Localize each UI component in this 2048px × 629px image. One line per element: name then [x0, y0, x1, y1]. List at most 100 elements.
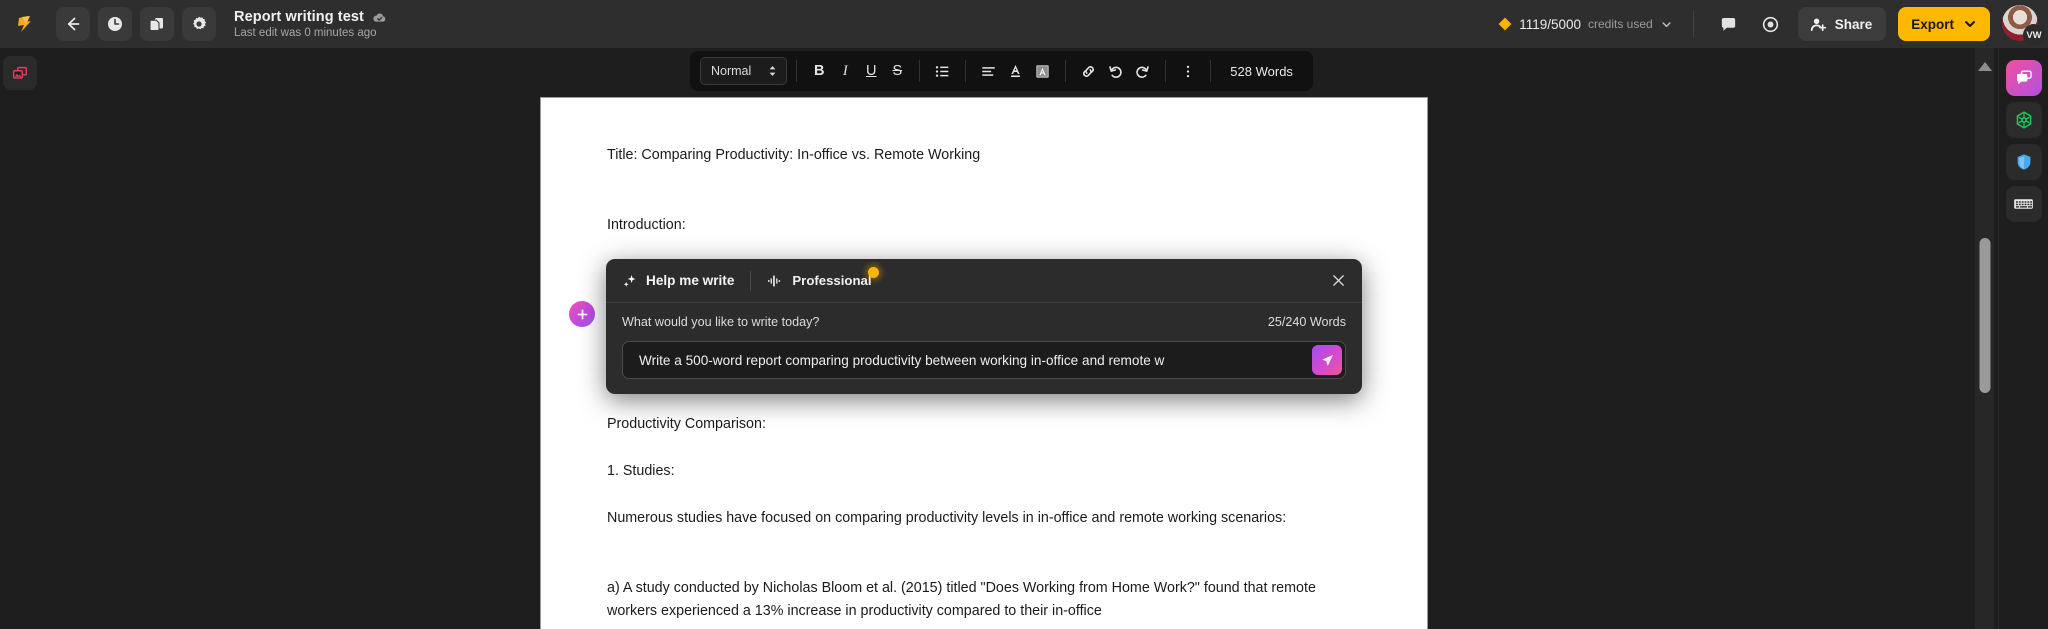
send-prompt-button[interactable] — [1312, 345, 1342, 375]
doc-paragraph-productivity-comparison[interactable]: Productivity Comparison: — [607, 413, 1369, 436]
plus-icon — [577, 309, 587, 319]
last-edit-label: Last edit was 0 minutes ago — [234, 27, 377, 39]
more-vertical-icon — [1187, 65, 1190, 77]
toolbar-separator — [1210, 60, 1212, 82]
undo-button[interactable] — [1102, 57, 1129, 85]
chevron-down-icon — [1965, 21, 1975, 27]
comment-bubble-icon — [1722, 17, 1736, 31]
chat-assistant-button[interactable] — [2005, 60, 2042, 96]
settings-button[interactable] — [182, 7, 216, 41]
close-icon — [1332, 275, 1344, 286]
chevron-down-icon — [1662, 21, 1671, 27]
word-count-label: 528 Words — [1230, 63, 1293, 79]
keyboard-icon — [2014, 199, 2033, 209]
scrollbar-thumb[interactable] — [1979, 238, 1990, 393]
doc-spacer — [607, 554, 1369, 577]
sparkle-icon — [623, 274, 636, 287]
doc-paragraph-bloom-study[interactable]: a) A study conducted by Nicholas Bloom e… — [607, 577, 1369, 623]
toolbar-separator — [1065, 60, 1067, 82]
help-me-write-title: Help me write — [622, 273, 734, 289]
help-panel-header: Help me write Professional — [606, 259, 1362, 303]
user-avatar-wrap[interactable]: VW — [2002, 5, 2045, 46]
help-panel-divider — [750, 270, 752, 291]
share-button[interactable]: Share — [1797, 7, 1887, 41]
prompt-word-counter: 25/240 Words — [1267, 315, 1346, 329]
send-paper-plane-icon — [1321, 354, 1333, 366]
avatar-initials-badge: VW — [2023, 24, 2045, 46]
redo-button[interactable] — [1129, 57, 1156, 85]
align-button[interactable] — [975, 57, 1002, 85]
highlight-color-button[interactable] — [1029, 57, 1056, 85]
formatting-toolbar: Normal B I U S 528 Words — [690, 51, 1313, 91]
credits-value: 1119/5000 — [1519, 16, 1581, 32]
prompt-input-wrap[interactable]: Write a 500-word report comparing produc… — [622, 341, 1346, 379]
export-button[interactable]: Export — [1898, 7, 1990, 41]
paragraph-style-select[interactable]: Normal — [700, 57, 788, 85]
bulleted-list-button[interactable] — [929, 57, 956, 85]
preview-button[interactable] — [1754, 7, 1788, 41]
doc-paragraph-introduction[interactable]: Introduction: — [607, 214, 1369, 237]
cloud-saved-icon — [373, 13, 386, 22]
header-divider — [1692, 11, 1694, 37]
tone-active-dot-icon — [867, 267, 879, 278]
strikethrough-button[interactable]: S — [884, 57, 910, 85]
app-root: Report writing test Last edit was 0 minu… — [0, 0, 2048, 629]
bold-button[interactable]: B — [806, 57, 832, 85]
app-header: Report writing test Last edit was 0 minu… — [0, 0, 2048, 48]
close-help-panel-button[interactable] — [1327, 270, 1349, 292]
italic-button[interactable]: I — [832, 57, 858, 85]
prompt-question-label: What would you like to write today? — [622, 315, 820, 329]
add-person-icon — [1810, 18, 1826, 31]
doc-paragraph-studies[interactable]: 1. Studies: — [607, 460, 1369, 483]
screen-capture-icon — [12, 66, 28, 79]
prompt-header-row: What would you like to write today? 25/2… — [622, 315, 1346, 329]
extension-button[interactable] — [2005, 102, 2042, 138]
back-button[interactable] — [56, 7, 90, 41]
add-block-button[interactable] — [569, 301, 595, 327]
screen-capture-button[interactable] — [3, 56, 37, 90]
history-button[interactable] — [98, 7, 132, 41]
comments-button[interactable] — [1712, 7, 1746, 41]
page-title[interactable]: Report writing test — [234, 9, 364, 25]
toolbar-separator — [919, 60, 921, 82]
blue-shield-icon — [2017, 154, 2030, 170]
duplicate-button[interactable] — [140, 7, 174, 41]
prompt-input[interactable]: Write a 500-word report comparing produc… — [623, 353, 1345, 368]
text-color-button[interactable] — [1002, 57, 1029, 85]
toolbar-area: Normal B I U S 528 Words — [40, 48, 2008, 94]
paragraph-style-value: Normal — [711, 64, 752, 78]
app-logo[interactable] — [2, 0, 48, 48]
right-rail — [1998, 48, 2048, 629]
undo-icon — [1109, 65, 1123, 78]
chat-bubbles-icon — [2016, 70, 2032, 85]
gear-icon — [193, 16, 207, 30]
security-shield-button[interactable] — [2005, 144, 2042, 180]
more-options-button[interactable] — [1175, 57, 1201, 85]
keyboard-shortcuts-button[interactable] — [2005, 186, 2042, 222]
bulleted-list-icon — [936, 65, 949, 77]
link-icon — [1083, 65, 1095, 77]
tone-selector[interactable]: Professional — [767, 267, 879, 288]
toolbar-separator — [965, 60, 967, 82]
link-button[interactable] — [1075, 57, 1102, 85]
redo-icon — [1136, 65, 1150, 78]
tone-label: Professional — [792, 273, 872, 288]
export-label: Export — [1911, 16, 1954, 32]
app-logo-icon — [18, 16, 31, 32]
vertical-scrollbar[interactable] — [1975, 48, 1994, 629]
align-left-icon — [982, 66, 996, 76]
left-rail — [0, 48, 40, 629]
doc-spacer — [607, 191, 1369, 214]
back-arrow-icon — [67, 17, 80, 31]
toolbar-separator — [1165, 60, 1167, 82]
underline-button[interactable]: U — [858, 57, 884, 85]
highlight-color-icon — [1036, 64, 1050, 78]
updown-caret-icon — [769, 66, 776, 76]
clock-history-icon — [108, 17, 122, 31]
scroll-up-arrow-icon[interactable] — [1977, 62, 1992, 71]
help-panel-title-label: Help me write — [646, 273, 735, 288]
doc-paragraph-numerous-studies[interactable]: Numerous studies have focused on compari… — [607, 507, 1369, 530]
diamond-credits-icon — [1498, 17, 1512, 31]
doc-paragraph-title[interactable]: Title: Comparing Productivity: In-office… — [607, 144, 1369, 167]
credits-indicator[interactable]: 1119/5000 credits used — [1498, 17, 1673, 32]
